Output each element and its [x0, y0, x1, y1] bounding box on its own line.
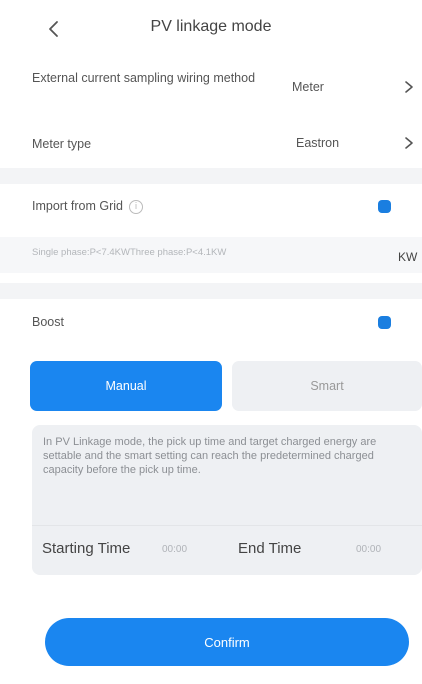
mode-description: In PV Linkage mode, the pick up time and… — [43, 436, 377, 476]
meter-type-row[interactable]: Meter type Eastron — [0, 124, 422, 164]
end-time-value[interactable]: 00:00 — [356, 544, 381, 555]
sampling-method-row[interactable]: External current sampling wiring method … — [0, 64, 422, 110]
chevron-right-icon — [402, 135, 416, 151]
starting-time-value[interactable]: 00:00 — [162, 544, 187, 555]
power-limit-row: KW — [0, 237, 422, 273]
section-divider — [0, 283, 422, 299]
boost-row: Boost — [0, 302, 422, 342]
toggle-knob — [378, 316, 391, 329]
starting-time-label: Starting Time — [42, 540, 131, 557]
section-divider — [0, 168, 422, 184]
power-unit: KW — [398, 250, 418, 264]
sampling-method-value: Meter — [292, 80, 324, 94]
page-title: PV linkage mode — [150, 18, 272, 35]
power-limit-input[interactable] — [32, 247, 372, 258]
import-grid-toggle[interactable] — [376, 198, 394, 214]
mode-info-panel: In PV Linkage mode, the pick up time and… — [32, 425, 422, 575]
toggle-knob — [378, 200, 391, 213]
boost-toggle[interactable] — [376, 314, 394, 330]
sampling-method-label: External current sampling wiring method — [32, 71, 256, 85]
info-icon[interactable]: i — [129, 199, 143, 214]
time-range-row: Starting Time 00:00 End Time 00:00 — [32, 525, 422, 575]
import-grid-label: Import from Grid i — [32, 198, 143, 214]
import-grid-text: Import from Grid — [32, 199, 123, 213]
end-time-label: End Time — [238, 540, 302, 557]
import-grid-row: Import from Grid i — [0, 186, 422, 226]
boost-label: Boost — [32, 315, 64, 329]
top-bar: PV linkage mode — [0, 0, 422, 60]
smart-mode-button[interactable]: Smart — [232, 361, 422, 411]
meter-type-label: Meter type — [32, 137, 92, 151]
chevron-right-icon — [402, 79, 416, 95]
confirm-button[interactable]: Confirm — [45, 618, 409, 666]
manual-mode-button[interactable]: Manual — [30, 361, 222, 411]
meter-type-value: Eastron — [296, 136, 340, 150]
